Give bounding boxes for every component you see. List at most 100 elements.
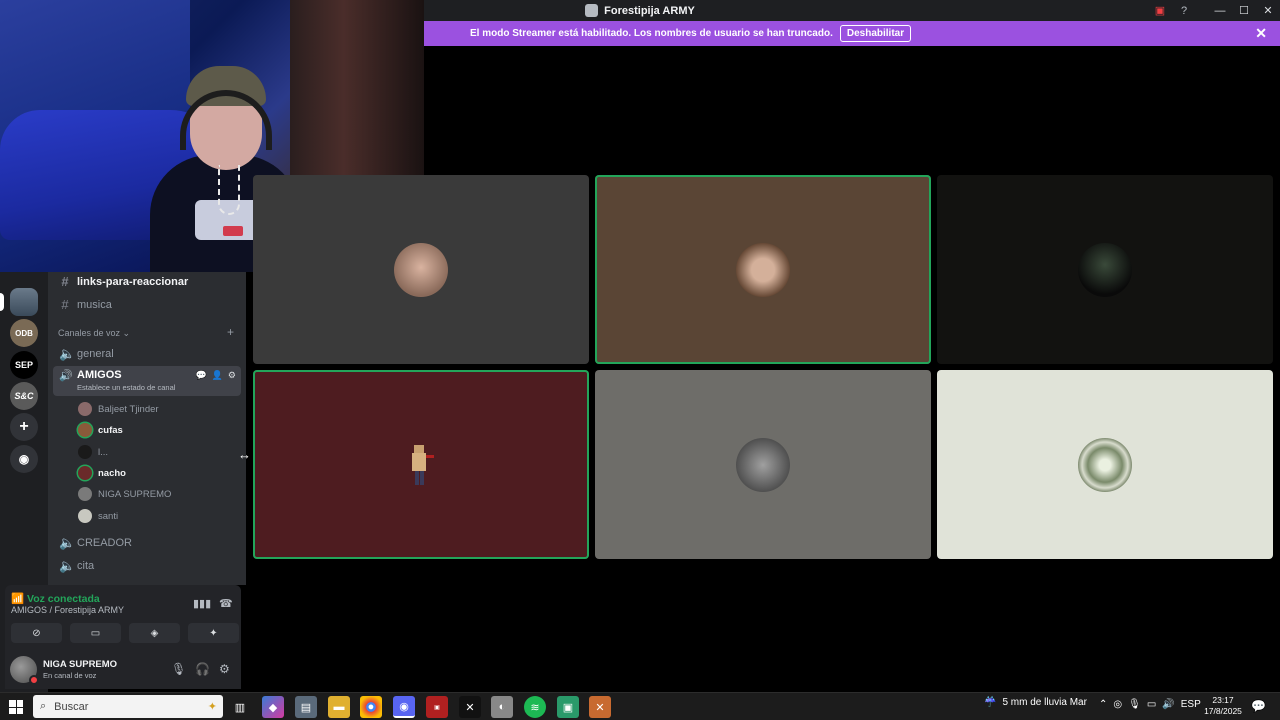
video-tile[interactable]: [937, 370, 1273, 559]
hash-icon: #: [61, 274, 69, 289]
server-sep[interactable]: SEP: [10, 351, 38, 379]
disconnect-icon[interactable]: ☎: [219, 597, 233, 610]
server-sc[interactable]: S&C: [10, 382, 38, 410]
clock[interactable]: 23:17 17/8/2025: [1204, 695, 1242, 717]
chat-icon[interactable]: 💬: [195, 370, 206, 381]
avatar: [736, 242, 790, 297]
video-tile[interactable]: [937, 175, 1273, 364]
gear-icon[interactable]: ⚙: [228, 370, 236, 381]
microphone-icon[interactable]: 🎙: [1128, 699, 1141, 710]
capcut-icon[interactable]: ✕: [459, 696, 481, 718]
streamer-app-icon[interactable]: ▣: [426, 696, 448, 718]
gear-icon[interactable]: ⚙: [219, 662, 230, 676]
language-indicator[interactable]: ESP: [1181, 699, 1201, 710]
app-icon[interactable]: ▣: [557, 696, 579, 718]
voice-channel-cita[interactable]: 🔈 cita: [59, 558, 94, 574]
invite-icon[interactable]: 👤: [212, 370, 223, 381]
app-icon[interactable]: ◐: [491, 696, 513, 718]
windows-taskbar: ⌕ Buscar ✦ ▥ ◆ ▤ ▬ ● ◉ ▣ ✕ ◐ ≋ ▣ ✕ ☔ 5 m…: [0, 692, 1280, 720]
search-input[interactable]: ⌕ Buscar ✦: [33, 695, 223, 718]
title-bar: Forestipija ARMY ▣ ? — ☐ ✕: [424, 0, 1280, 21]
avatar: [78, 466, 92, 480]
server-odb[interactable]: ODB: [10, 319, 38, 347]
discover-icon[interactable]: ◉: [10, 445, 38, 473]
avatar[interactable]: [10, 656, 39, 685]
video-tile[interactable]: [595, 175, 931, 364]
spotify-icon[interactable]: ≋: [524, 696, 546, 718]
speaker-icon: 🔈: [59, 558, 76, 573]
create-channel-icon[interactable]: +: [227, 325, 234, 339]
selected-pill: [0, 293, 4, 311]
chevron-up-icon[interactable]: ⌃: [1099, 699, 1107, 710]
video-tile[interactable]: [253, 175, 589, 364]
voice-section-header[interactable]: Canales de voz ⌄: [58, 328, 130, 339]
camera-button[interactable]: ⊘: [11, 623, 62, 643]
voice-member[interactable]: Baljeet Tjinder: [78, 402, 159, 416]
resize-cursor-icon: ↔: [238, 447, 251, 462]
voice-member[interactable]: l...: [78, 445, 108, 459]
voice-member[interactable]: cufas: [78, 423, 123, 437]
video-tile[interactable]: [253, 370, 589, 559]
server-icon: [585, 4, 599, 17]
voice-member[interactable]: santi: [78, 509, 118, 523]
weather-widget[interactable]: ☔ 5 mm de lluvia Mar: [984, 697, 1087, 708]
network-icon[interactable]: ▭: [1147, 699, 1156, 710]
channel-list: # links-para-reaccionar # musica Canales…: [48, 272, 246, 585]
soundboard-button[interactable]: ✦: [188, 623, 239, 643]
avatar: [78, 423, 92, 437]
avatar-sprite: [406, 441, 436, 489]
add-server-icon[interactable]: +: [10, 413, 38, 441]
disable-streamer-button[interactable]: Deshabilitar: [839, 25, 912, 42]
voice-connected-status[interactable]: 📶 Voz conectada: [11, 592, 100, 605]
channel-links-para-reaccionar[interactable]: # links-para-reaccionar: [59, 274, 188, 289]
notification-icon[interactable]: 💬: [1251, 699, 1266, 713]
screen-share-button[interactable]: ▭: [70, 623, 121, 643]
rain-cloud-icon: ☔: [984, 697, 997, 708]
server-avatar[interactable]: [0, 288, 38, 316]
close-window-button[interactable]: ✕: [1256, 0, 1280, 21]
inbox-icon[interactable]: ▣: [1148, 0, 1172, 21]
minimize-button[interactable]: —: [1208, 0, 1232, 21]
microphone-icon[interactable]: 🎙: [171, 662, 186, 676]
capcut-active-icon[interactable]: ✕: [589, 696, 611, 718]
volume-icon[interactable]: 🔊: [1162, 699, 1174, 710]
voice-member[interactable]: NIGA SUPREMO: [78, 487, 171, 501]
soundboard-icon: ✦: [209, 627, 218, 639]
avatar: [1078, 437, 1132, 492]
maximize-button[interactable]: ☐: [1232, 0, 1256, 21]
streamer-mode-banner: El modo Streamer está habilitado. Los no…: [424, 21, 1280, 46]
copilot-icon[interactable]: ◆: [262, 696, 284, 718]
discord-icon[interactable]: ◉: [393, 696, 415, 718]
help-icon[interactable]: ?: [1172, 0, 1196, 21]
file-explorer-icon[interactable]: ▬: [328, 696, 350, 718]
signal-icon: 📶: [11, 593, 25, 605]
app-icon[interactable]: ▤: [295, 696, 317, 718]
voice-connection-panel: 📶 Voz conectada AMIGOS / Forestipija ARM…: [5, 585, 241, 651]
avatar: [1078, 242, 1132, 297]
activity-button[interactable]: ◈: [129, 623, 180, 643]
avatar: [736, 437, 790, 492]
banner-message: El modo Streamer está habilitado. Los no…: [470, 28, 833, 39]
close-icon[interactable]: ✕: [1255, 25, 1267, 42]
task-view-icon[interactable]: ▥: [229, 696, 251, 718]
window-title: Forestipija ARMY: [585, 4, 695, 17]
search-icon: ⌕: [40, 700, 47, 712]
tray-app-icon[interactable]: ◎: [1113, 699, 1122, 710]
chrome-icon[interactable]: ●: [360, 696, 382, 718]
voice-channel-general[interactable]: 🔈 general: [59, 346, 114, 362]
channel-musica[interactable]: # musica: [59, 297, 111, 312]
speaker-icon: 🔈: [59, 535, 76, 550]
voice-channel-creador[interactable]: 🔈 CREADOR: [59, 535, 132, 551]
noise-suppression-icon[interactable]: ▮▮▮: [193, 597, 211, 610]
dnd-status-icon: [29, 675, 39, 685]
voice-member[interactable]: nacho: [78, 466, 126, 480]
avatar: [78, 509, 92, 523]
video-tile[interactable]: [595, 370, 931, 559]
voice-location: AMIGOS / Forestipija ARMY: [11, 605, 125, 615]
windows-start-icon[interactable]: [9, 700, 23, 714]
channel-status[interactable]: Establece un estado de canal: [77, 383, 175, 392]
headphones-icon[interactable]: 🎧: [195, 662, 210, 676]
username[interactable]: NIGA SUPREMO: [43, 659, 117, 670]
voice-channel-amigos[interactable]: 🔊 AMIGOS Establece un estado de canal 💬 …: [53, 366, 241, 396]
copilot-sparkle-icon: ✦: [207, 701, 217, 713]
